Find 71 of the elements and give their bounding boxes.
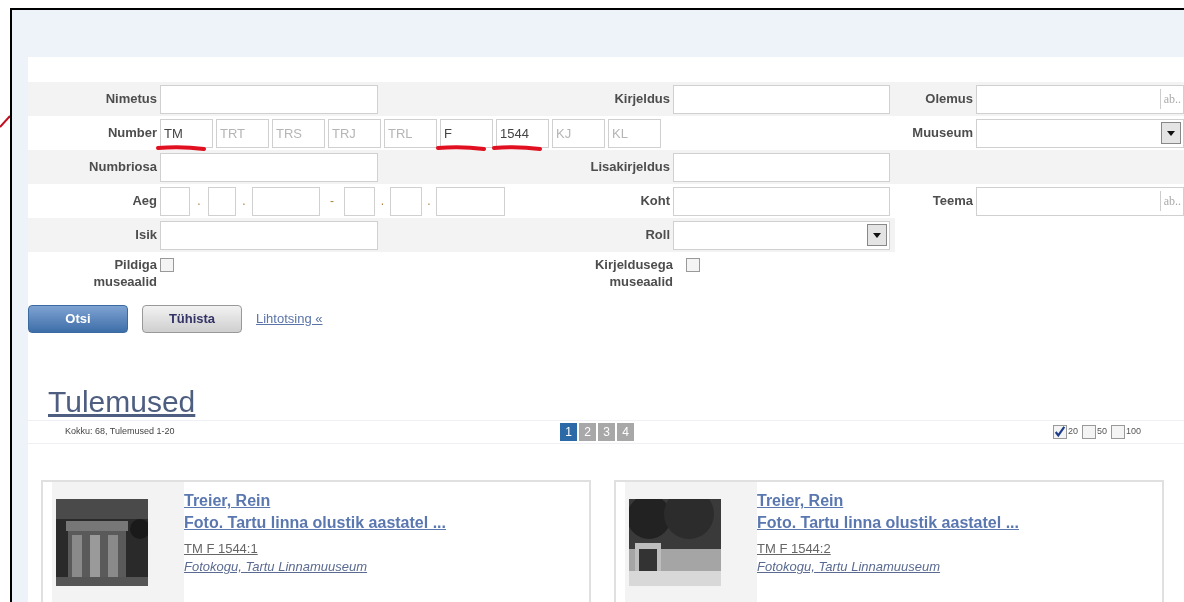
input-field[interactable]: TM <box>160 118 213 148</box>
field-label: Kirjeldusega museaalid <box>593 256 673 290</box>
field-label: Isik <box>135 226 157 245</box>
field-label: Olemus <box>925 90 973 109</box>
field-label: Muuseum <box>912 124 973 143</box>
field-label: Koht <box>640 192 670 211</box>
input-field[interactable]: TRS <box>272 118 325 148</box>
separator-text: . <box>427 193 431 210</box>
field-label: Kirjeldus <box>614 90 670 109</box>
author-link[interactable]: Treier, Rein <box>184 490 446 512</box>
results-heading[interactable]: Tulemused <box>48 385 196 418</box>
input-field[interactable] <box>208 186 236 216</box>
dropdown-button[interactable] <box>1161 122 1181 144</box>
checkbox[interactable] <box>686 258 700 272</box>
input-field[interactable] <box>160 84 378 114</box>
field-label: Lisakirjeldus <box>590 158 670 177</box>
search-button[interactable]: Otsi <box>28 305 128 333</box>
input-field[interactable]: KJ <box>552 118 605 148</box>
checkbox[interactable] <box>1082 425 1096 439</box>
input-field[interactable] <box>390 186 422 216</box>
input-field[interactable] <box>673 84 890 114</box>
input-field[interactable]: TRT <box>216 118 269 148</box>
input-field[interactable]: TRL <box>384 118 437 148</box>
separator-text: - <box>330 193 334 210</box>
field-label: Pildiga museaalid <box>92 256 157 290</box>
pen-stroke-mark <box>0 114 10 128</box>
input-field[interactable] <box>160 152 378 182</box>
cancel-button[interactable]: Tühista <box>142 305 242 333</box>
input-field[interactable]: F <box>440 118 493 148</box>
separator-text: . <box>242 193 246 210</box>
title-link[interactable]: Foto. Tartu linna olustik aastatel ... <box>184 512 446 534</box>
input-field[interactable]: KL <box>608 118 661 148</box>
hint-text: ab.. <box>1162 91 1182 108</box>
collection-link[interactable]: Fotokogu, Tartu Linnamuuseum <box>757 558 1019 576</box>
field-label: Numbriosa <box>89 158 157 177</box>
field-label: Teema <box>932 192 973 211</box>
input-field[interactable]: TRJ <box>328 118 381 148</box>
field-label: Nimetus <box>105 90 157 109</box>
checkbox[interactable] <box>160 258 174 272</box>
page-size-label: 50 <box>1097 425 1108 439</box>
number-link[interactable]: TM F 1544:2 <box>757 540 1019 558</box>
hint-text: ab.. <box>1162 193 1182 210</box>
checkbox[interactable] <box>1053 425 1067 439</box>
input-field[interactable] <box>673 186 890 216</box>
input-field[interactable]: 1544 <box>496 118 549 148</box>
select-field[interactable] <box>673 220 890 250</box>
author-link[interactable]: Treier, Rein <box>757 490 1019 512</box>
dropdown-button[interactable] <box>867 224 887 246</box>
collection-link[interactable]: Fotokogu, Tartu Linnamuuseum <box>184 558 446 576</box>
input-field[interactable] <box>673 152 890 182</box>
page-size-label: 20 <box>1068 425 1078 439</box>
separator-text: . <box>197 193 201 210</box>
field-label: Aeg <box>132 192 157 211</box>
title-link[interactable]: Foto. Tartu linna olustik aastatel ... <box>757 512 1019 534</box>
field-label: Number <box>107 124 157 143</box>
simple-search-link[interactable]: Lihtotsing « <box>256 309 323 329</box>
field-label: Roll <box>645 226 670 245</box>
page-size-label: 100 <box>1126 425 1142 439</box>
page-button[interactable]: 1 <box>560 423 577 441</box>
separator-text: . <box>380 193 385 210</box>
input-field[interactable] <box>436 186 505 216</box>
number-link[interactable]: TM F 1544:1 <box>184 540 446 558</box>
input-field[interactable] <box>252 186 320 216</box>
select-field[interactable] <box>976 118 1184 148</box>
input-field[interactable] <box>344 186 375 216</box>
caret-icon <box>873 232 881 238</box>
checkbox[interactable] <box>1111 425 1126 439</box>
caret-icon <box>1167 130 1175 136</box>
results-summary: Kokku: 68, Tulemused 1-20 <box>64 425 176 439</box>
input-field[interactable] <box>160 186 190 216</box>
input-field[interactable] <box>160 220 378 250</box>
